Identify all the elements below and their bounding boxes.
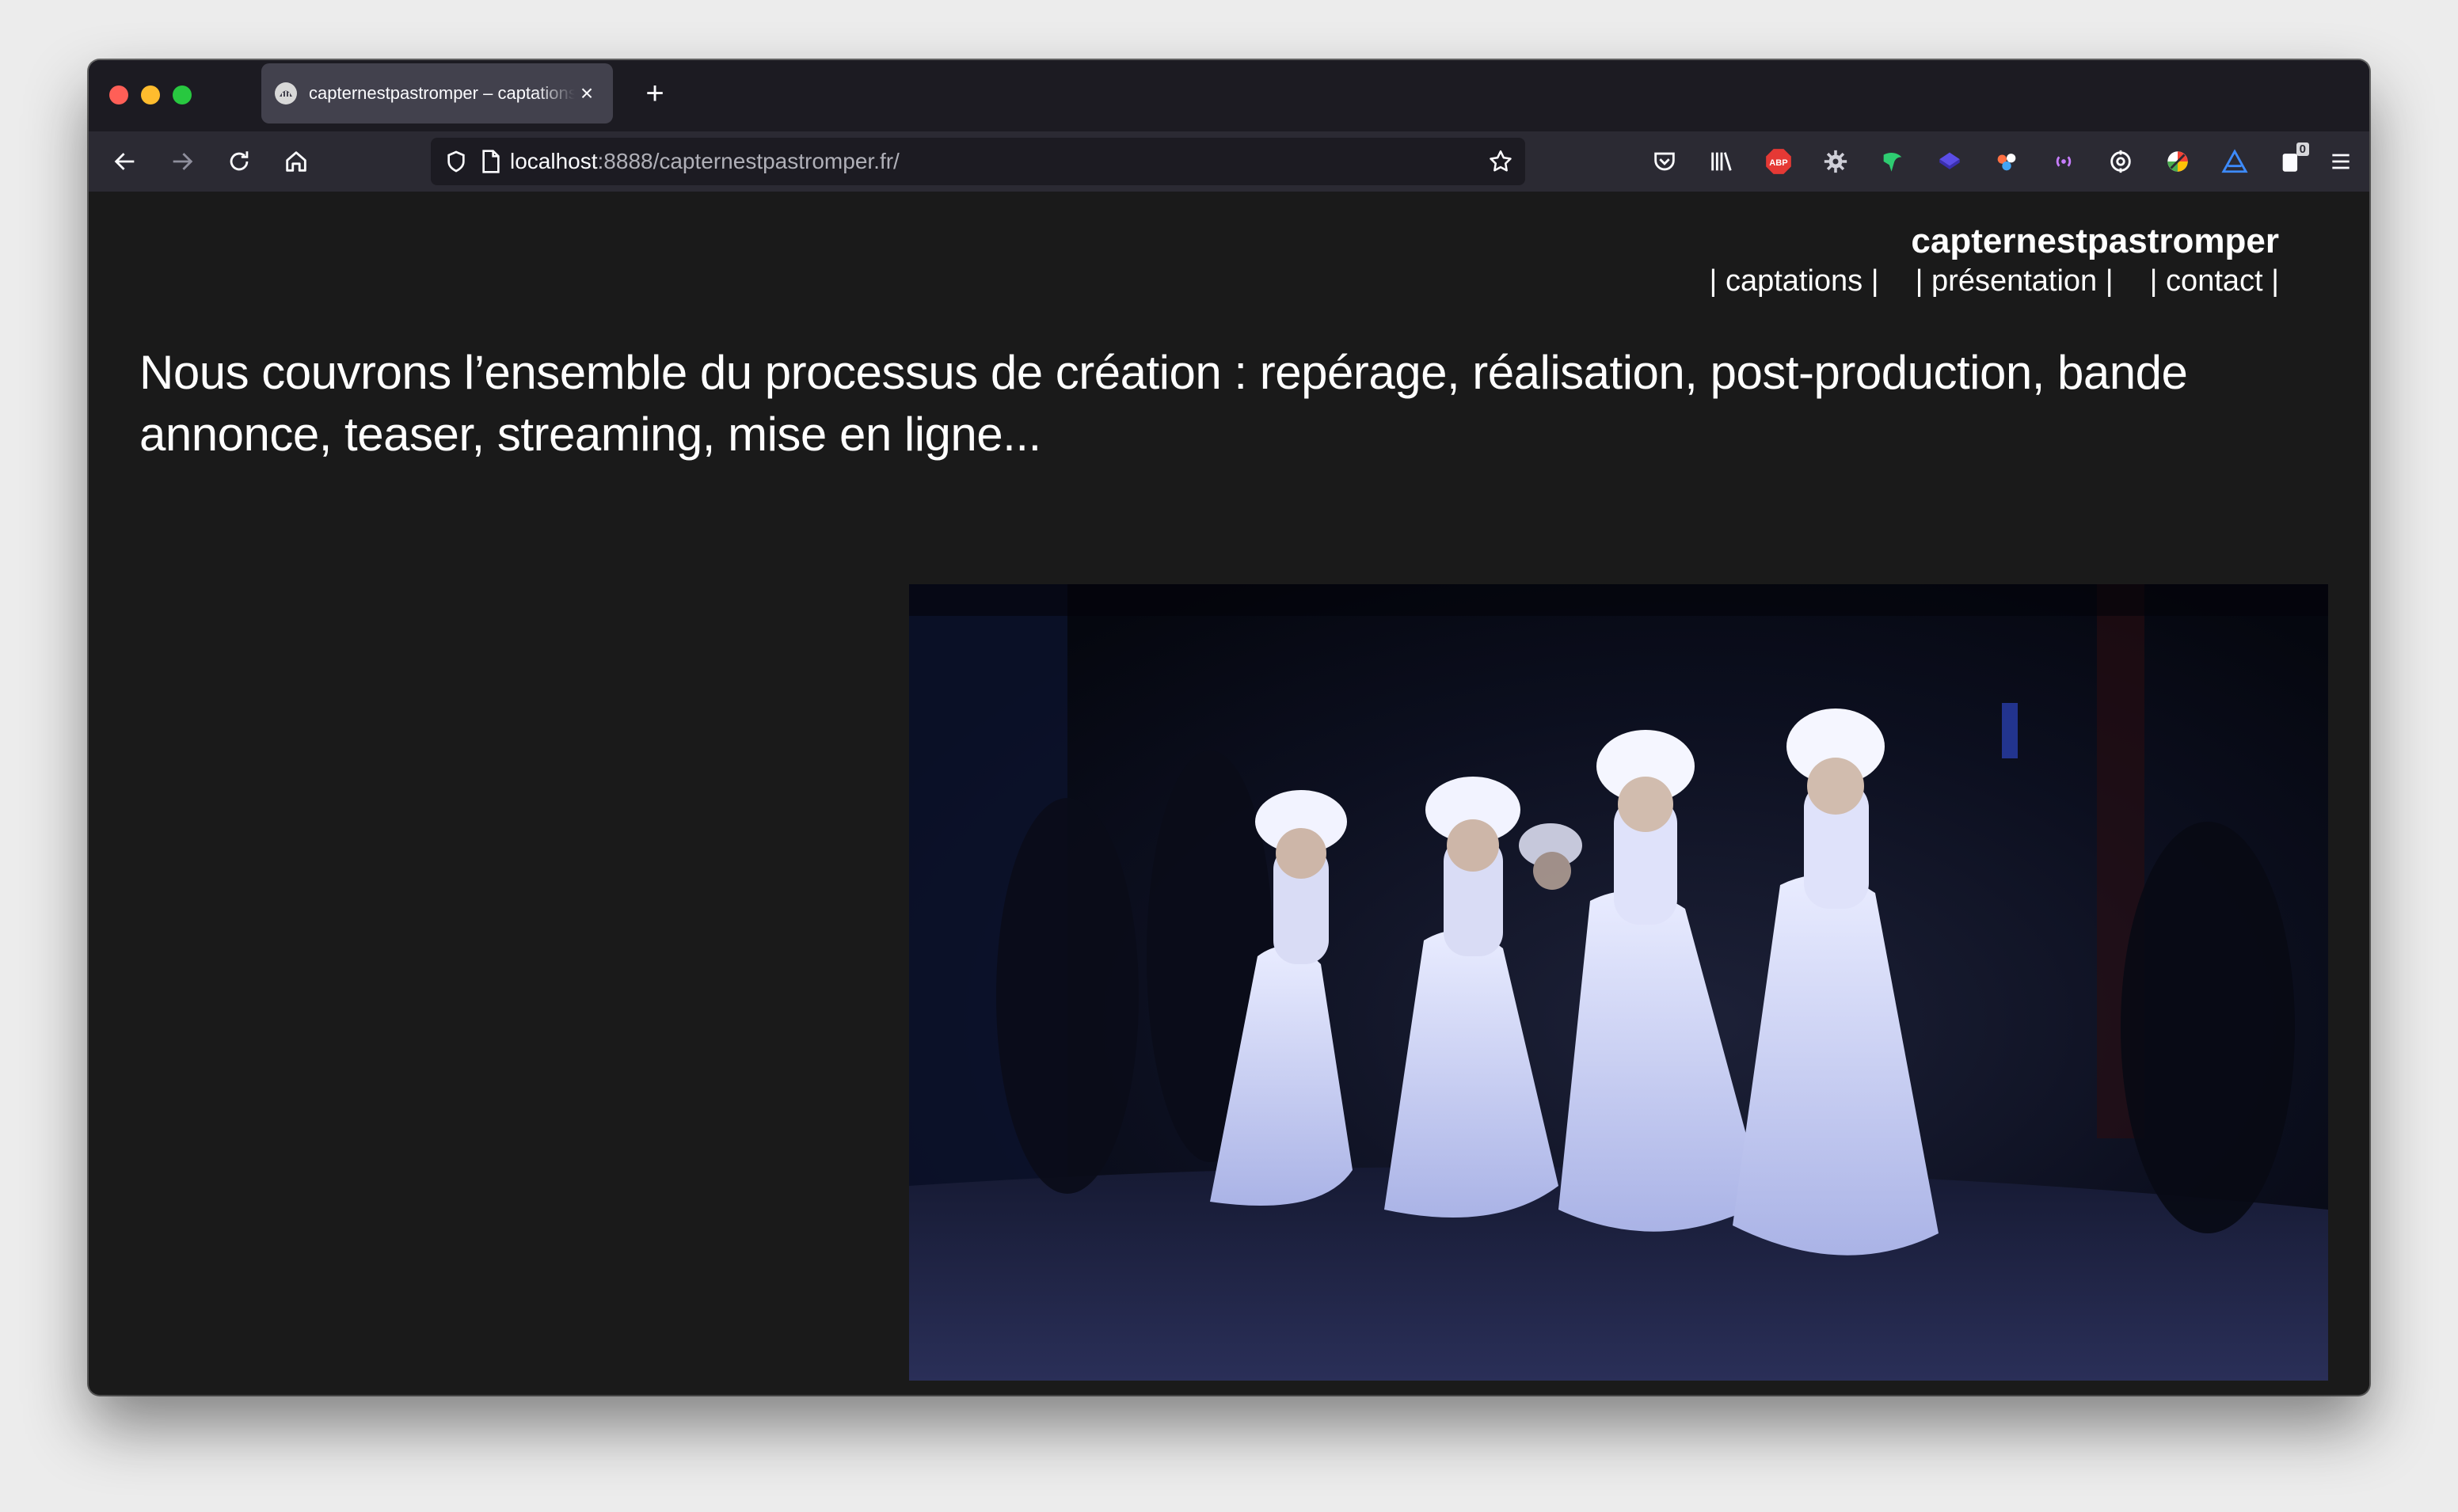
tab-title: capternestpastromper – captations	[309, 83, 575, 103]
color-wheel-icon	[2167, 151, 2188, 172]
nav-presentation-link[interactable]: | présentation |	[1916, 264, 2114, 298]
url-host: localhost	[510, 149, 598, 173]
forward-button[interactable]	[160, 139, 204, 184]
cube-extension-icon	[1939, 152, 1960, 169]
nav-captations-link[interactable]: | captations |	[1710, 264, 1879, 298]
url-path: :8888/capternestpastromper.fr/	[597, 149, 900, 173]
bird-extension-icon	[1883, 153, 1902, 172]
url-text[interactable]: localhost:8888/capternestpastromper.fr/	[510, 149, 900, 174]
site-title[interactable]: capternestpastromper	[1911, 222, 2279, 261]
window-close-button[interactable]	[109, 85, 128, 104]
navigation-toolbar: localhost:8888/capternestpastromper.fr/ …	[89, 131, 2369, 192]
clipboard-extension-button[interactable]: 0	[2273, 142, 2311, 180]
library-button[interactable]	[1703, 142, 1741, 180]
color-picker-extension-button[interactable]	[2159, 142, 2197, 180]
forward-icon	[173, 153, 193, 170]
browser-window: capternestpastromper – captations × + lo…	[89, 60, 2369, 1395]
new-tab-button[interactable]: +	[635, 74, 675, 114]
shield-icon[interactable]	[443, 149, 469, 174]
settings-extension-button[interactable]	[1817, 142, 1855, 180]
adblock-icon: ABP	[1766, 149, 1791, 174]
page-content: capternestpastromper | captations | | pr…	[89, 192, 2369, 1395]
site-nav: | captations | | présentation | | contac…	[1710, 264, 2279, 298]
stage-performance-photo	[909, 584, 2328, 1381]
bird-extension-button[interactable]	[1874, 142, 1912, 180]
tab-bar: capternestpastromper – captations × +	[89, 60, 2369, 131]
dots-extension-button[interactable]	[1988, 142, 2026, 180]
back-button[interactable]	[103, 139, 147, 184]
gear-icon	[1824, 150, 1847, 173]
target-icon	[2110, 150, 2131, 173]
pocket-button[interactable]	[1646, 142, 1684, 180]
broadcast-extension-button[interactable]	[2045, 142, 2083, 180]
svg-text:ABP: ABP	[1769, 158, 1788, 168]
cube-extension-button[interactable]	[1931, 142, 1969, 180]
tab-close-icon[interactable]: ×	[575, 81, 599, 106]
target-extension-button[interactable]	[2102, 142, 2140, 180]
adblock-button[interactable]: ABP	[1760, 142, 1798, 180]
star-icon[interactable]	[1487, 148, 1514, 175]
window-maximize-button[interactable]	[173, 85, 192, 104]
extension-badge: 0	[2296, 142, 2309, 156]
address-bar[interactable]: localhost:8888/capternestpastromper.fr/	[431, 138, 1525, 185]
app-menu-button[interactable]	[2322, 142, 2360, 180]
menu-icon	[2332, 154, 2350, 169]
page-icon[interactable]	[480, 149, 502, 174]
triangle-extension-button[interactable]	[2216, 142, 2254, 180]
broadcast-icon	[2056, 156, 2072, 167]
tab-active[interactable]: capternestpastromper – captations ×	[261, 63, 613, 123]
pocket-icon	[1654, 152, 1675, 171]
triangle-icon	[2221, 149, 2248, 173]
home-button[interactable]	[274, 139, 318, 184]
color-dots-icon	[1997, 154, 2016, 171]
nav-contact-link[interactable]: | contact |	[2150, 264, 2279, 298]
library-icon	[1711, 152, 1732, 171]
home-icon	[286, 151, 306, 172]
window-minimize-button[interactable]	[141, 85, 160, 104]
reload-button[interactable]	[217, 139, 261, 184]
site-favicon-icon	[275, 82, 297, 104]
back-icon	[114, 153, 135, 170]
reload-icon	[230, 151, 249, 171]
intro-text: Nous couvrons l’ensemble du processus de…	[139, 346, 2188, 461]
